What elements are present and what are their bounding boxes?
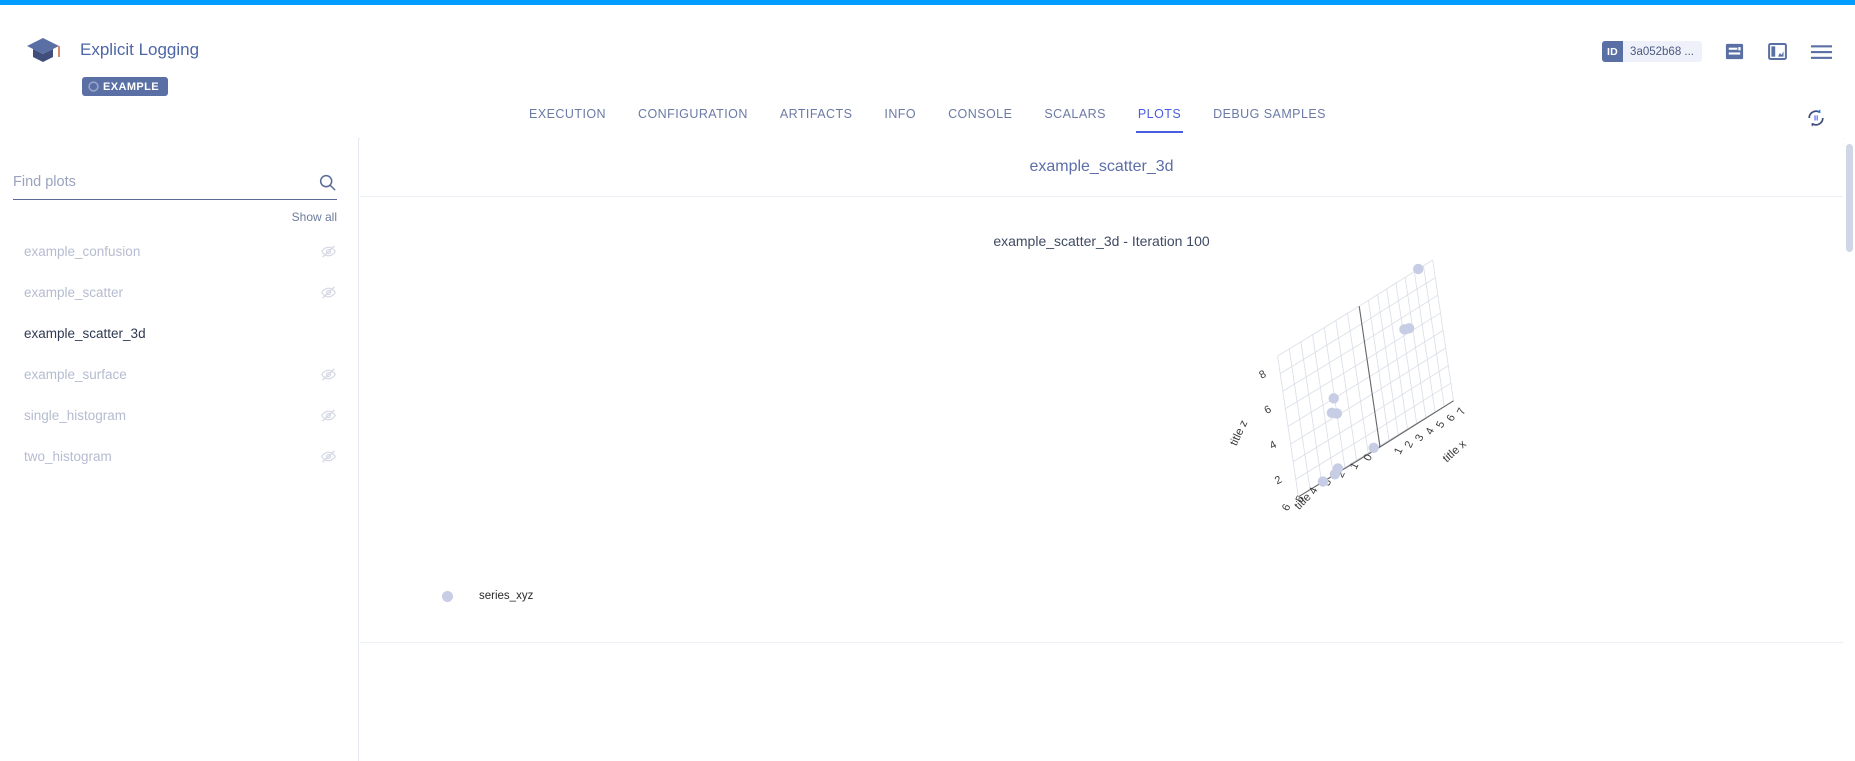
scatter-point[interactable] xyxy=(1413,264,1423,274)
brand: Explicit Logging xyxy=(24,31,199,69)
clearml-experiment-plots-page: COMPLETED Explicit Logging EXAMPLE xyxy=(0,0,1855,761)
tab-label: DEBUG SAMPLES xyxy=(1213,107,1326,121)
tab-label: CONSOLE xyxy=(948,107,1012,121)
sidebar-item-example-scatter-3d[interactable]: example_scatter_3d xyxy=(0,313,358,354)
svg-text:title z: title z xyxy=(1228,418,1250,448)
legend-swatch-series-xyz[interactable] xyxy=(442,591,453,602)
svg-text:8: 8 xyxy=(1257,368,1268,381)
svg-text:3: 3 xyxy=(1413,433,1426,444)
scatter-point[interactable] xyxy=(1368,443,1378,453)
scatter-point[interactable] xyxy=(1329,393,1339,403)
eye-off-icon[interactable] xyxy=(320,366,337,383)
scatter-3d-plot[interactable]: 2468title z0123456title1234567title x xyxy=(360,257,1843,587)
eye-off-icon[interactable] xyxy=(320,284,337,301)
tab-label: PLOTS xyxy=(1138,107,1181,121)
tab-label: INFO xyxy=(884,107,916,121)
example-badge[interactable]: EXAMPLE xyxy=(82,77,168,96)
svg-text:4: 4 xyxy=(1424,426,1437,437)
sidebar-item-single-histogram[interactable]: single_histogram xyxy=(0,395,358,436)
plot-card-title-bar: example_scatter_3d xyxy=(360,138,1843,197)
page-scrollbar-track[interactable] xyxy=(1844,138,1855,761)
chart-legend: series_xyz xyxy=(442,590,533,602)
scatter-point[interactable] xyxy=(1404,323,1414,333)
log-panel-icon[interactable] xyxy=(1724,41,1745,62)
svg-text:4: 4 xyxy=(1268,439,1279,452)
tab-execution[interactable]: EXECUTION xyxy=(513,100,622,133)
eye-off-icon[interactable] xyxy=(320,407,337,424)
auto-refresh-paused-icon[interactable] xyxy=(1803,105,1829,131)
show-all-button[interactable]: Show all xyxy=(0,210,337,224)
tab-console[interactable]: CONSOLE xyxy=(932,100,1028,133)
eye-off-icon[interactable] xyxy=(320,448,337,465)
page-header: Explicit Logging EXAMPLE ID 3a052b68 ... xyxy=(0,5,1855,103)
page-scrollbar-thumb[interactable] xyxy=(1846,144,1853,252)
plot-card: example_scatter_3d - Iteration 100 2468t… xyxy=(360,197,1843,643)
sidebar-item-example-surface[interactable]: example_surface xyxy=(0,354,358,395)
tab-info[interactable]: INFO xyxy=(868,100,932,133)
page-title: Explicit Logging xyxy=(80,40,199,60)
tab-label: CONFIGURATION xyxy=(638,107,748,121)
tab-configuration[interactable]: CONFIGURATION xyxy=(622,100,764,133)
svg-text:2: 2 xyxy=(1403,439,1416,450)
list-item-label: two_histogram xyxy=(24,449,112,464)
show-all-label: Show all xyxy=(292,210,337,224)
plot-list: example_confusion example_scatter xyxy=(0,231,358,477)
scatter-point[interactable] xyxy=(1318,476,1328,486)
search-icon[interactable] xyxy=(318,173,337,192)
plot-card-title: example_scatter_3d xyxy=(1029,158,1173,176)
tab-debug-samples[interactable]: DEBUG SAMPLES xyxy=(1197,100,1342,133)
tab-plots[interactable]: PLOTS xyxy=(1122,100,1197,133)
scatter-point[interactable] xyxy=(1330,469,1340,479)
tab-label: ARTIFACTS xyxy=(780,107,853,121)
tab-label: SCALARS xyxy=(1044,107,1106,121)
svg-text:5: 5 xyxy=(1434,419,1447,430)
list-item-label: example_surface xyxy=(24,367,127,382)
list-item-label: example_scatter xyxy=(24,285,123,300)
tab-label: EXECUTION xyxy=(529,107,606,121)
sidebar-item-example-confusion[interactable]: example_confusion xyxy=(0,231,358,272)
split-view-icon[interactable] xyxy=(1767,41,1788,62)
graduation-cap-icon xyxy=(24,31,62,69)
sidebar-item-example-scatter[interactable]: example_scatter xyxy=(0,272,358,313)
plots-sidebar: Show all example_confusion example_scatt… xyxy=(0,138,359,761)
search-plots-row xyxy=(13,165,337,200)
experiment-id-value: 3a052b68 ... xyxy=(1623,46,1702,58)
tab-artifacts[interactable]: ARTIFACTS xyxy=(764,100,869,133)
search-input[interactable] xyxy=(13,174,318,190)
scatter-point[interactable] xyxy=(1332,408,1342,418)
svg-text:6: 6 xyxy=(1445,413,1458,424)
gear-icon xyxy=(88,81,99,92)
plots-main-panel: example_scatter_3d example_scatter_3d - … xyxy=(360,138,1843,761)
list-item-label: single_histogram xyxy=(24,408,126,423)
plot-heading: example_scatter_3d - Iteration 100 xyxy=(360,233,1843,249)
sidebar-item-two-histogram[interactable]: two_histogram xyxy=(0,436,358,477)
svg-text:2: 2 xyxy=(1273,474,1284,487)
eye-off-icon[interactable] xyxy=(320,243,337,260)
legend-label-series-xyz[interactable]: series_xyz xyxy=(479,590,533,602)
example-badge-label: EXAMPLE xyxy=(103,81,159,93)
header-actions: ID 3a052b68 ... xyxy=(1602,41,1833,62)
svg-text:6: 6 xyxy=(1262,403,1273,416)
list-item-label: example_scatter_3d xyxy=(24,326,146,341)
svg-text:title x: title x xyxy=(1441,438,1469,465)
hamburger-menu-icon[interactable] xyxy=(1810,43,1833,61)
main-tabs: EXECUTION CONFIGURATION ARTIFACTS INFO C… xyxy=(0,100,1855,138)
list-item-label: example_confusion xyxy=(24,244,140,259)
experiment-id-key: ID xyxy=(1602,41,1623,62)
experiment-id-chip[interactable]: ID 3a052b68 ... xyxy=(1602,41,1702,62)
svg-text:7: 7 xyxy=(1455,406,1468,417)
tab-scalars[interactable]: SCALARS xyxy=(1028,100,1122,133)
scatter-3d-svg[interactable]: 2468title z0123456title1234567title x xyxy=(360,257,1843,587)
svg-text:1: 1 xyxy=(1392,446,1405,457)
